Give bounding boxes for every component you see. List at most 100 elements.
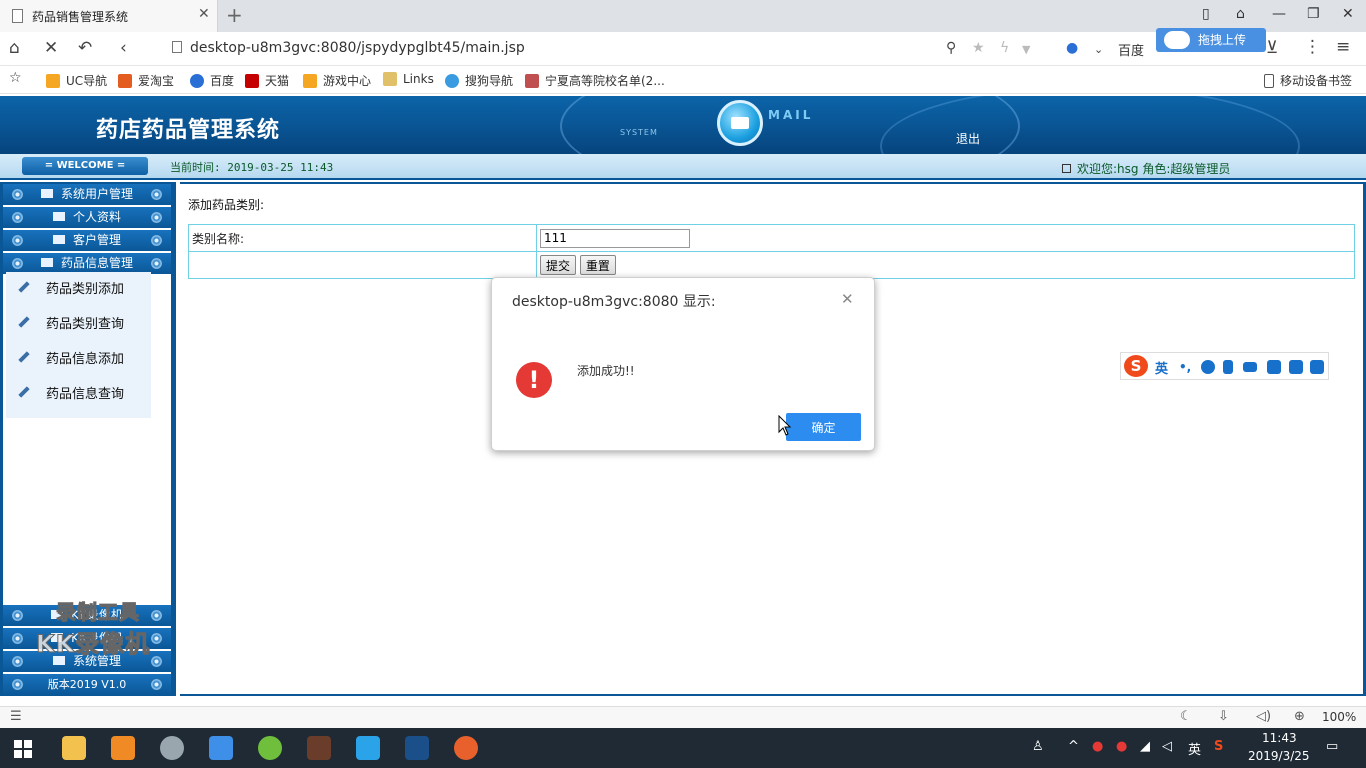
windows-start-icon[interactable] (14, 740, 32, 758)
bookmark-ningxia[interactable]: 宁夏高等院校名单(2... (525, 72, 665, 89)
clock-date[interactable]: 2019/3/25 (1248, 749, 1310, 763)
zoom-icon[interactable]: ⊕ (1294, 709, 1305, 724)
app-game-icon[interactable] (307, 736, 331, 760)
app-mask-icon[interactable] (454, 736, 478, 760)
pencil-icon (18, 386, 30, 398)
tray-ime-lang[interactable]: 英 (1188, 739, 1201, 758)
bookmark-links[interactable]: Links (383, 72, 434, 86)
category-name-input[interactable] (540, 228, 690, 248)
restore-button[interactable]: ❐ (1307, 6, 1320, 22)
submit-button[interactable]: 提交 (540, 255, 577, 275)
bookmark-baidu[interactable]: 百度 (190, 72, 234, 89)
form-row-name: 类别名称: (188, 224, 1355, 252)
sogou-ime-icon[interactable]: S (1124, 355, 1148, 377)
tray-qq-icon[interactable]: ● (1116, 739, 1127, 754)
welcome-badge: = WELCOME = (22, 157, 148, 175)
minimize-button[interactable]: — (1272, 6, 1286, 22)
drag-upload-button[interactable]: 拖拽上传 (1156, 28, 1266, 52)
bookmark-star-icon[interactable]: ☆ (9, 70, 22, 86)
watermark-kk: KK录像机 (35, 630, 151, 659)
sogou-tray-icon[interactable]: S (1214, 739, 1223, 754)
skin-shirt-icon[interactable] (1289, 360, 1303, 374)
clock-time[interactable]: 11:43 (1262, 731, 1297, 745)
ide-icon[interactable] (405, 736, 429, 760)
tray-expand-icon[interactable]: ^ (1068, 739, 1079, 754)
ime-language-toggle[interactable]: 英 (1155, 358, 1168, 377)
pencil-icon (18, 316, 30, 328)
new-tab-button[interactable]: + (226, 3, 243, 27)
volume-icon[interactable]: ◁) (1256, 709, 1271, 724)
night-mode-icon[interactable]: ☾ (1180, 709, 1192, 724)
bookmark-uc[interactable]: UC导航 (46, 72, 107, 89)
star-icon[interactable]: ★ (972, 40, 985, 56)
app-globe-icon[interactable] (160, 736, 184, 760)
search-engine-label[interactable]: 百度 (1118, 40, 1144, 59)
logout-link[interactable]: 退出 (956, 130, 980, 147)
mobile-bookmarks[interactable]: 移动设备书签 (1264, 72, 1352, 89)
microphone-icon[interactable] (1223, 360, 1233, 374)
user-icon (1062, 164, 1071, 173)
baidu-netdisk-icon[interactable] (209, 736, 233, 760)
bookmark-game[interactable]: 游戏中心 (303, 72, 371, 89)
reset-button[interactable]: 重置 (579, 255, 616, 275)
back-icon[interactable]: ‹ (120, 38, 127, 58)
speaker-icon[interactable]: ◁ (1162, 739, 1172, 754)
tab-close-icon[interactable]: ✕ (198, 6, 210, 22)
mail-icon[interactable] (717, 100, 763, 146)
bookmark-sogou[interactable]: 搜狗导航 (445, 72, 513, 89)
home-icon[interactable]: ⌂ (9, 38, 20, 58)
browser-status-bar: ☰ ☾ ⇩ ◁) ⊕ 100% (0, 706, 1366, 728)
current-time: 当前时间: 2019-03-25 11:43 (170, 161, 334, 174)
cart-icon[interactable]: ⊻ (1266, 38, 1278, 58)
pin-icon[interactable]: ⚲ (946, 40, 956, 56)
envelope-icon (40, 189, 53, 198)
sidebar-toggle-icon[interactable]: ▯ (1202, 6, 1210, 22)
punctuation-icon[interactable]: •, (1179, 360, 1193, 374)
people-icon[interactable]: ♙ (1032, 739, 1044, 754)
keyboard-icon[interactable] (1243, 362, 1257, 372)
download-icon[interactable]: ⇩ (1218, 709, 1229, 724)
uc-browser-icon[interactable] (111, 736, 135, 760)
lightning-icon[interactable]: ϟ (1000, 40, 1009, 56)
menu-drug-info[interactable]: 药品信息管理 (3, 253, 171, 274)
tab-title: 药品销售管理系统 (32, 10, 129, 24)
sub-item-query-drug[interactable]: 药品信息查询 (6, 377, 151, 412)
sub-item-query-category[interactable]: 药品类别查询 (6, 307, 151, 342)
undo-icon[interactable]: ↶ (78, 38, 92, 58)
sub-item-add-category[interactable]: 药品类别添加 (6, 272, 151, 307)
video-player-icon[interactable] (356, 736, 380, 760)
address-bar[interactable]: desktop-u8m3gvc:8080/jspydypglbt45/main.… (172, 40, 525, 56)
notification-icon[interactable]: ▭ (1326, 739, 1338, 754)
sub-item-add-drug[interactable]: 药品信息添加 (6, 342, 151, 377)
user-manage-icon[interactable] (1267, 360, 1281, 374)
zoom-level[interactable]: 100% (1322, 710, 1356, 724)
bookmark-tmall[interactable]: 天猫 (245, 72, 289, 89)
app-leaf-icon[interactable] (258, 736, 282, 760)
dialog-close-icon[interactable]: ✕ (841, 290, 854, 308)
dropdown-icon[interactable]: ▼ (1022, 43, 1030, 56)
user-info: 欢迎您:hsg 角色:超级管理员 (1062, 160, 1230, 177)
menu-customers[interactable]: 客户管理 (3, 230, 171, 251)
ime-toolbar: S 英 •, (1120, 352, 1329, 380)
browser-tab[interactable]: 药品销售管理系统 ✕ (0, 0, 218, 32)
tray-app-icon[interactable]: ● (1092, 739, 1103, 754)
pencil-icon (18, 281, 30, 293)
emoji-icon[interactable] (1201, 360, 1215, 374)
sidebar-menu-icon[interactable]: ☰ (10, 709, 22, 724)
toolbox-icon[interactable] (1310, 360, 1324, 374)
more-icon[interactable]: ⋮ (1304, 37, 1321, 57)
menu-icon[interactable]: ≡ (1336, 37, 1350, 57)
close-window-button[interactable]: ✕ (1342, 6, 1354, 22)
envelope-icon (40, 258, 53, 267)
engine-dropdown-icon[interactable]: ⌄ (1094, 43, 1103, 56)
dialog-message: 添加成功!! (577, 364, 635, 378)
file-explorer-icon[interactable] (62, 736, 86, 760)
network-icon[interactable]: ◢ (1140, 739, 1150, 754)
stop-icon[interactable]: ✕ (44, 38, 58, 58)
skin-icon[interactable]: ⌂ (1236, 6, 1245, 22)
category-form: 类别名称: 提交 重置 (188, 224, 1355, 279)
bookmark-aitaobao[interactable]: 爱淘宝 (118, 72, 174, 89)
ok-button[interactable]: 确定 (786, 413, 861, 441)
menu-system-users[interactable]: 系统用户管理 (3, 184, 171, 205)
menu-profile[interactable]: 个人资料 (3, 207, 171, 228)
